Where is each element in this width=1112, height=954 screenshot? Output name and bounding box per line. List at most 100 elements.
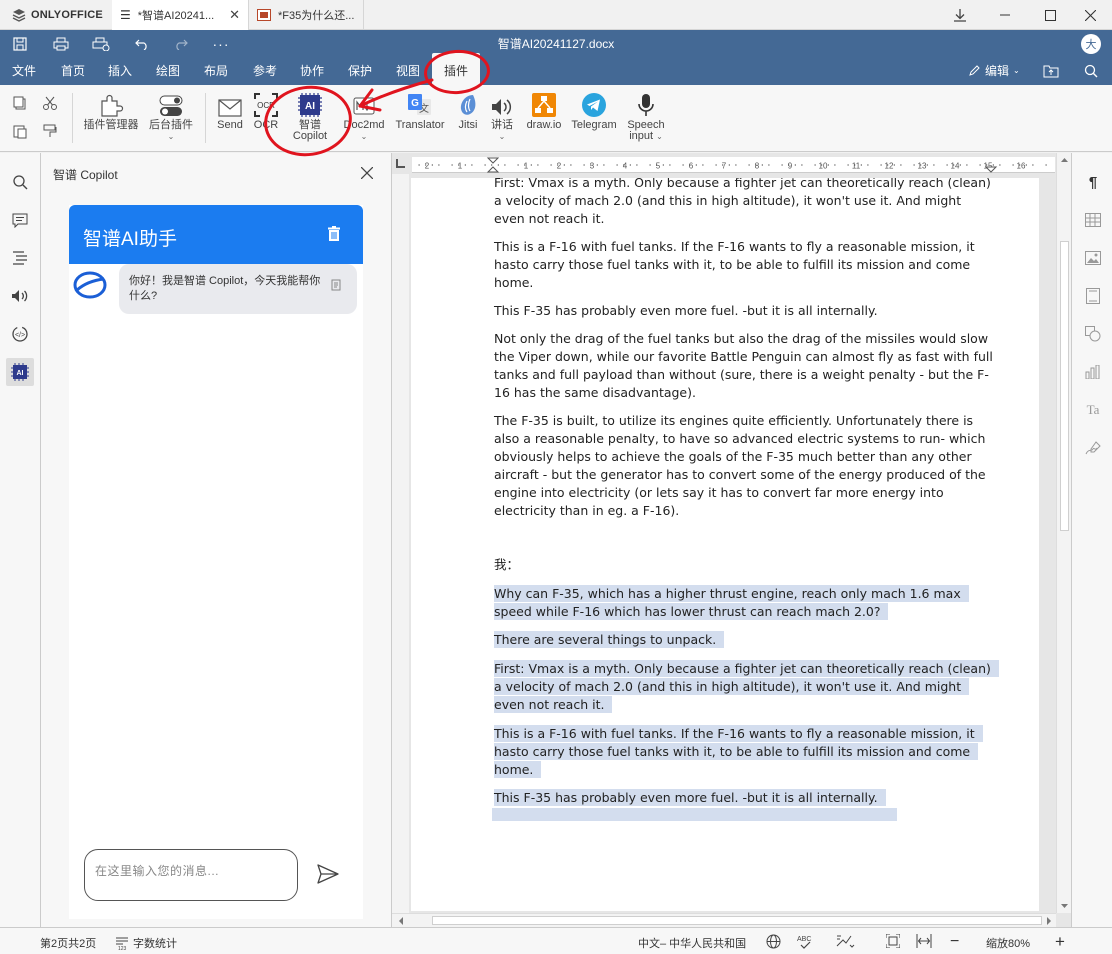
panel-title: 智谱 Copilot	[53, 168, 118, 182]
plugin-manager-button[interactable]: 插件管理器	[82, 93, 140, 131]
user-avatar[interactable]: 大	[1081, 34, 1101, 54]
header-footer-icon[interactable]	[1082, 285, 1104, 307]
svg-text:16: 16	[1017, 162, 1026, 171]
word-count-button[interactable]: 123 字数统计	[115, 935, 177, 951]
find-icon[interactable]	[6, 168, 34, 196]
edit-mode-button[interactable]: 编辑 ⌄	[968, 62, 1020, 79]
download-icon[interactable]	[938, 0, 982, 30]
page-info[interactable]: 第2页共2页	[40, 935, 96, 951]
telegram-label: Telegram	[571, 119, 617, 131]
document-paragraph[interactable]: There are several things to unpack.	[494, 631, 994, 649]
zhipu-copilot-plugin-button[interactable]: AI 智谱 Copilot	[287, 93, 333, 142]
menu-file[interactable]: 文件	[12, 62, 36, 79]
puzzle-icon	[101, 94, 124, 117]
document-paragraph[interactable]: Not only the drag of the fuel tanks but …	[494, 330, 994, 402]
globe-icon[interactable]	[766, 934, 781, 949]
scroll-right-icon	[1047, 917, 1051, 925]
menu-references[interactable]: 参考	[253, 62, 277, 79]
zoom-in-icon[interactable]: +	[1055, 932, 1065, 952]
close-panel-icon[interactable]	[361, 167, 373, 179]
menu-layout[interactable]: 布局	[204, 62, 228, 79]
fit-page-icon[interactable]	[886, 934, 900, 948]
minimize-button[interactable]	[983, 0, 1027, 30]
document-paragraph[interactable]: 我：	[494, 556, 994, 574]
paragraph-text: This F-35 has probably even more fuel. -…	[494, 303, 878, 318]
macros-icon[interactable]: </>	[6, 320, 34, 348]
close-window-button[interactable]	[1068, 0, 1112, 30]
drawio-label: draw.io	[526, 119, 562, 131]
tab-document-1[interactable]: ☰ *智谱AI20241... ✕	[112, 0, 249, 30]
text-art-icon[interactable]: Ta	[1082, 399, 1104, 421]
maximize-button[interactable]	[1028, 0, 1072, 30]
document-paragraph[interactable]: Why can F-35, which has a higher thrust …	[494, 585, 994, 621]
image-settings-icon[interactable]	[1082, 247, 1104, 269]
paste-icon[interactable]	[12, 123, 28, 139]
speak-plugin-button[interactable]: 讲话 ⌄	[488, 93, 516, 142]
document-paragraph[interactable]: This is a F-16 with fuel tanks. If the F…	[494, 725, 994, 779]
fit-width-icon[interactable]	[916, 934, 932, 948]
toggles-icon	[159, 95, 183, 116]
open-location-icon[interactable]	[1040, 62, 1062, 80]
tab-stop-selector[interactable]	[396, 159, 405, 168]
chart-settings-icon[interactable]	[1082, 361, 1104, 383]
speech-input-plugin-button[interactable]: Speech input ⌄	[624, 93, 668, 142]
background-plugins-button[interactable]: 后台插件 ⌄	[146, 93, 196, 142]
track-changes-icon[interactable]	[835, 933, 855, 949]
status-bar: 第2页共2页 123 字数统计 中文– 中华人民共和国 ABC − 缩放80% …	[0, 927, 1112, 954]
document-paragraph[interactable]: The F-35 is built, to utilize its engine…	[494, 412, 994, 520]
copy-icon[interactable]	[12, 95, 28, 111]
left-sidebar: </> AI	[0, 153, 41, 927]
jitsi-icon	[460, 95, 476, 115]
telegram-plugin-button[interactable]: Telegram	[570, 93, 618, 131]
cut-icon[interactable]	[42, 95, 58, 111]
vertical-scrollbar[interactable]	[1056, 153, 1071, 913]
copy-message-icon[interactable]	[331, 279, 342, 292]
search-icon[interactable]	[1080, 62, 1102, 80]
scroll-down-icon	[1061, 904, 1068, 908]
navigation-icon[interactable]	[6, 244, 34, 272]
svg-text:7: 7	[722, 162, 727, 171]
ai-copilot-icon[interactable]: AI	[6, 358, 34, 386]
spellcheck-icon[interactable]: ABC	[797, 933, 813, 949]
document-page[interactable]: First: Vmax is a myth. Only because a fi…	[411, 178, 1039, 911]
menu-home[interactable]: 首页	[61, 62, 85, 79]
document-paragraph[interactable]: This F-35 has probably even more fuel. -…	[494, 302, 994, 320]
shape-settings-icon[interactable]	[1082, 323, 1104, 345]
trash-icon[interactable]	[327, 226, 341, 242]
paragraph-text: Not only the drag of the fuel tanks but …	[494, 331, 993, 400]
menu-collaboration[interactable]: 协作	[300, 62, 324, 79]
bot-message-text: 你好！我是智谱 Copilot，今天我能帮你什么?	[129, 275, 321, 302]
paragraph-settings-icon[interactable]: ¶	[1082, 171, 1104, 193]
horizontal-scroll-thumb[interactable]	[432, 916, 1042, 925]
horizontal-ruler[interactable]: 1 2 3 4 5 6 7 8 9 10 11 12 13 14 15 16 1 2	[412, 157, 1055, 173]
vertical-scroll-thumb[interactable]	[1060, 241, 1069, 531]
menu-draw[interactable]: 绘图	[156, 62, 180, 79]
zoom-out-icon[interactable]: −	[950, 933, 959, 951]
document-paragraph[interactable]: First: Vmax is a myth. Only because a fi…	[494, 178, 994, 228]
document-paragraph[interactable]: This is a F-16 with fuel tanks. If the F…	[494, 238, 994, 292]
language-selector[interactable]: 中文– 中华人民共和国	[638, 935, 746, 951]
right-sidebar: ¶ Ta	[1071, 153, 1112, 927]
send-icon[interactable]	[317, 864, 339, 884]
speaker-icon	[492, 99, 512, 115]
send-plugin-button[interactable]: Send	[214, 93, 246, 131]
horizontal-scrollbar[interactable]	[392, 913, 1056, 927]
drawio-plugin-button[interactable]: draw.io	[524, 93, 564, 131]
table-settings-icon[interactable]	[1082, 209, 1104, 231]
format-painter-icon[interactable]	[42, 123, 58, 139]
jitsi-plugin-button[interactable]: Jitsi	[454, 93, 482, 131]
document-paragraph[interactable]: This F-35 has probably even more fuel. -…	[494, 789, 994, 807]
message-input[interactable]: 在这里输入您的消息...	[84, 849, 298, 901]
tab-document-2[interactable]: *F35为什么还...	[249, 0, 364, 30]
zoom-level[interactable]: 缩放80%	[986, 935, 1030, 951]
close-tab-icon[interactable]: ✕	[229, 7, 240, 23]
document-paragraph[interactable]: First: Vmax is a myth. Only because a fi…	[494, 660, 999, 714]
speech-icon[interactable]	[6, 282, 34, 310]
menu-insert[interactable]: 插入	[108, 62, 132, 79]
onlyoffice-logo[interactable]: ONLYOFFICE	[12, 8, 103, 22]
comments-icon[interactable]	[6, 206, 34, 234]
scroll-up-icon	[1061, 158, 1068, 162]
signature-icon[interactable]	[1082, 437, 1104, 459]
ocr-plugin-button[interactable]: OCR OCR	[252, 93, 280, 131]
speech-label-line2-text: input	[629, 130, 654, 142]
